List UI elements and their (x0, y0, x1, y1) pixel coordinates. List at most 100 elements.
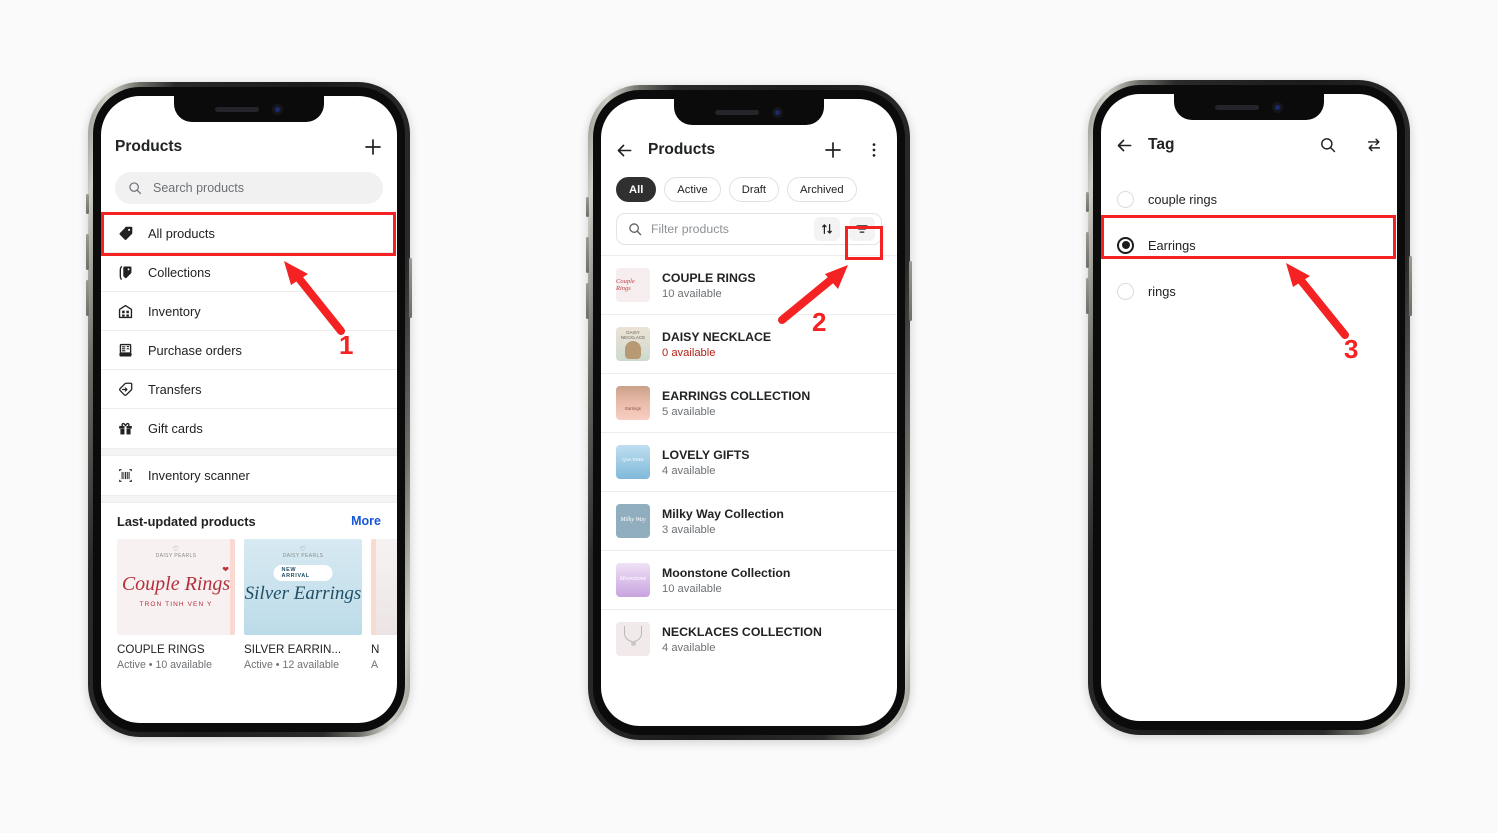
power-button[interactable] (909, 261, 912, 321)
product-name: EARRINGS COLLECTION (662, 388, 811, 403)
back-arrow-icon[interactable] (1115, 136, 1134, 155)
section-divider (101, 448, 397, 456)
radio-button[interactable] (1117, 190, 1134, 208)
chip-draft[interactable]: Draft (728, 177, 780, 202)
sidebar-item-collections[interactable]: Collections (101, 253, 397, 292)
annotation-number-1: 1 (339, 330, 354, 360)
plus-icon[interactable] (823, 140, 843, 160)
plus-icon[interactable] (363, 137, 383, 157)
product-thumbnail: Moonstone (616, 563, 650, 597)
overflow-menu-icon[interactable] (865, 141, 883, 159)
power-button[interactable] (409, 258, 412, 318)
tag-icon (117, 225, 134, 242)
search-input[interactable]: Search products (115, 172, 383, 204)
volume-down-button[interactable] (86, 280, 89, 316)
sidebar-item-label: Inventory scanner (148, 468, 250, 483)
product-thumbnail: Couple Rings (616, 268, 650, 302)
table-row[interactable]: QUA TANG LOVELY GIFTS 4 available (601, 432, 897, 491)
notch (174, 96, 324, 122)
volume-down-button[interactable] (586, 283, 589, 319)
chip-label: Draft (741, 183, 767, 196)
product-thumbnail: QUA TANG (616, 445, 650, 479)
volume-up-button[interactable] (1086, 232, 1089, 268)
volume-down-button[interactable] (1086, 278, 1089, 314)
phone-tag-filter: Tag couple rings Earrings rings (1086, 80, 1412, 735)
product-thumbnail: Milky Way (616, 504, 650, 538)
filter-input-placeholder[interactable]: Filter products (651, 222, 805, 236)
phone-screen: Products Search products All products Co… (101, 96, 397, 723)
chip-active[interactable]: Active (664, 177, 721, 202)
search-icon (628, 222, 642, 236)
sidebar-item-all-products[interactable]: All products (101, 214, 397, 253)
product-qty: 3 available (662, 523, 716, 536)
search-icon[interactable] (1319, 136, 1337, 154)
section-title: Last-updated products (117, 513, 256, 529)
phone-bezel: Products All Active Draft Archived Filte… (593, 90, 905, 735)
chip-all[interactable]: All (616, 177, 657, 202)
status-filter-chips: All Active Draft Archived (601, 173, 897, 202)
sidebar-item-label: All products (148, 225, 215, 241)
product-card[interactable]: N A (371, 539, 397, 671)
notch (1174, 94, 1324, 120)
table-row[interactable]: Moonstone Moonstone Collection 10 availa… (601, 550, 897, 609)
product-name: DAISY NECKLACE (662, 329, 772, 344)
table-row[interactable]: Earrings EARRINGS COLLECTION 5 available (601, 373, 897, 432)
sort-button[interactable] (814, 217, 840, 241)
product-card[interactable]: ♡ DAISY PEARLS Couple Rings TRON TINH VEN… (117, 539, 235, 671)
product-carousel[interactable]: ♡ DAISY PEARLS Couple Rings TRON TINH VEN… (101, 539, 397, 671)
chip-archived[interactable]: Archived (787, 177, 857, 202)
filter-button[interactable] (849, 217, 875, 241)
back-arrow-icon[interactable] (615, 141, 634, 160)
purchase-orders-icon (117, 342, 134, 359)
card-art-sub: TRON TINH VEN Y (139, 601, 213, 608)
filter-bar: Filter products (616, 213, 882, 245)
volume-up-button[interactable] (586, 237, 589, 273)
gift-card-icon (117, 420, 134, 437)
sidebar-item-transfers[interactable]: Transfers (101, 370, 397, 409)
product-card-title: COUPLE RINGS (117, 643, 205, 656)
mute-switch[interactable] (1086, 192, 1089, 212)
radio-button[interactable] (1117, 282, 1134, 300)
table-row[interactable]: NECKLACES COLLECTION 4 available (601, 609, 897, 668)
filter-icon (856, 225, 868, 233)
sidebar-item-label: Inventory (148, 303, 201, 319)
barcode-scanner-icon (117, 467, 134, 484)
volume-up-button[interactable] (86, 234, 89, 270)
power-button[interactable] (1409, 256, 1412, 316)
earpiece-speaker (1215, 104, 1259, 110)
tag-label: Earrings (1148, 237, 1196, 253)
sidebar-item-label: Transfers (148, 381, 202, 397)
product-card-meta: Active • 12 available (244, 659, 339, 671)
sidebar-item-label: Collections (148, 264, 211, 280)
list-item-couple-rings[interactable]: couple rings (1101, 176, 1397, 222)
phone-bezel: Products Search products All products Co… (93, 87, 405, 732)
product-card[interactable]: ♡ DAISY PEARLS NEW ARRIVAL Silver Earring… (244, 539, 362, 671)
sidebar-item-gift-cards[interactable]: Gift cards (101, 409, 397, 448)
sidebar-item-label: Gift cards (148, 421, 203, 436)
product-thumbnail (371, 539, 397, 635)
phone-products-list: Products All Active Draft Archived Filte… (586, 85, 912, 740)
table-row[interactable]: Milky Way Milky Way Collection 3 availab… (601, 491, 897, 550)
sidebar-item-inventory-scanner[interactable]: Inventory scanner (101, 456, 397, 495)
phone-screen: Products All Active Draft Archived Filte… (601, 99, 897, 726)
mute-switch[interactable] (86, 194, 89, 214)
radio-button-selected[interactable] (1117, 236, 1134, 254)
more-link[interactable]: More (351, 514, 381, 528)
annotation-arrow-3 (1286, 263, 1349, 339)
product-card-title: SILVER EARRIN... (244, 643, 342, 656)
product-qty: 4 available (662, 641, 716, 654)
sidebar-item-label: Purchase orders (148, 342, 242, 358)
swap-icon[interactable] (1365, 136, 1383, 154)
front-camera (772, 106, 783, 118)
product-thumbnail: Earrings (616, 386, 650, 420)
front-camera (272, 103, 283, 115)
sidebar-item-inventory[interactable]: Inventory (101, 292, 397, 331)
last-updated-section-header: Last-updated products More (101, 503, 397, 539)
mute-switch[interactable] (586, 197, 589, 217)
search-icon (128, 181, 142, 195)
page-title: Products (115, 138, 183, 155)
product-thumbnail: ♡ DAISY PEARLS NEW ARRIVAL Silver Earring… (244, 539, 362, 635)
product-qty: 0 available (662, 346, 716, 359)
product-card-meta: Active • 10 available (117, 659, 212, 671)
tag-label: rings (1148, 283, 1176, 299)
